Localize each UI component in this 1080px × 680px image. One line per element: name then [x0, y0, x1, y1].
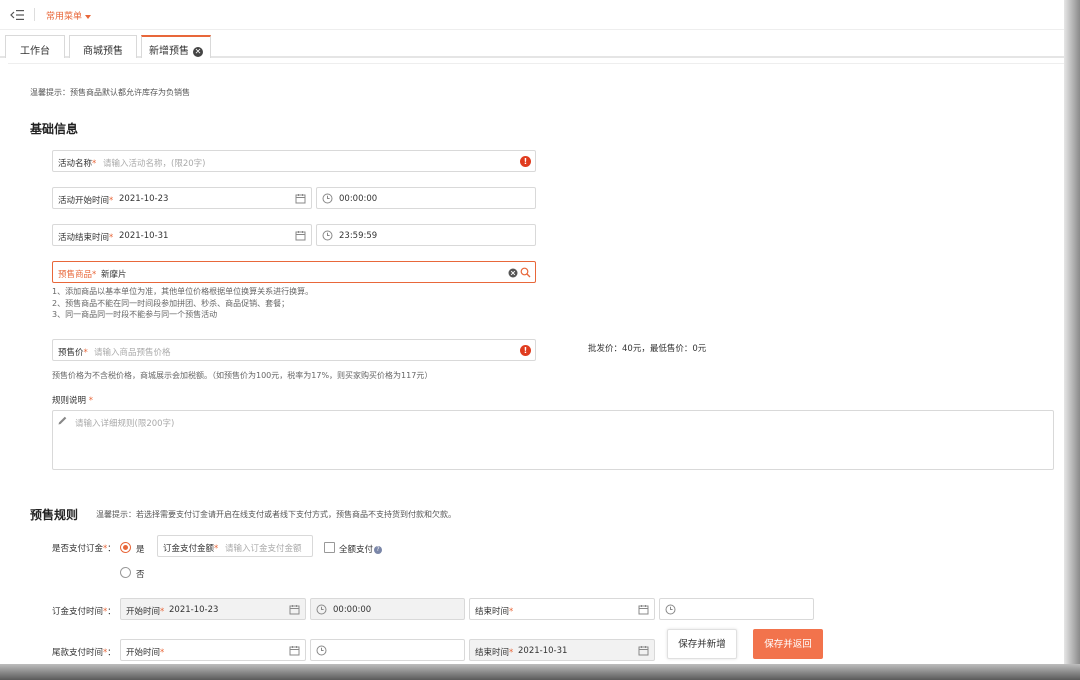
balance-start-label: 开始时间*: [126, 648, 165, 658]
presale-tip: 温馨提示：若选择需要支付订金请开启在线支付或者线下支付方式，预售商品不支持货到付…: [96, 510, 456, 519]
product-label: 预售商品*: [58, 270, 97, 280]
deposit-start-time-value: 00:00:00: [333, 605, 372, 615]
product-note-line: 1、添加商品以基本单位为准，其他单位价格根据单位换算关系进行换算。: [52, 287, 314, 296]
window-shadow-right: [1064, 0, 1080, 680]
tab-close-icon[interactable]: ✕: [193, 47, 203, 57]
deposit-amount-label: 订金支付金额*: [163, 544, 219, 554]
save-and-new-button[interactable]: 保存并新增: [667, 629, 737, 659]
balance-time-label: 尾款支付时间*：: [52, 648, 116, 658]
calendar-icon[interactable]: [289, 604, 300, 615]
full-pay-label: 全额支付?: [339, 543, 383, 555]
deposit-end-date-field[interactable]: 结束时间*: [469, 598, 655, 620]
activity-name-field[interactable]: 活动名称* 请输入活动名称，(限20字) !: [52, 150, 536, 172]
calendar-icon[interactable]: [638, 604, 649, 615]
search-icon[interactable]: [520, 267, 531, 278]
tab-bar: 工作台 商城预售 新增预售 ✕: [0, 30, 1064, 58]
deposit-time-label: 订金支付时间*：: [52, 607, 116, 617]
end-date-label: 活动结束时间*: [58, 233, 114, 243]
deposit-end-time-field[interactable]: [659, 598, 814, 620]
deposit-no-label: 否: [136, 570, 145, 580]
deposit-start-time-field[interactable]: 00:00:00: [310, 598, 465, 620]
clock-icon: [322, 193, 333, 204]
deposit-yes-radio[interactable]: [120, 542, 131, 553]
product-note-line: 2、预售商品不能在同一时间段参加拼团、秒杀、商品促销、套餐；: [52, 298, 290, 308]
deposit-label: 是否支付订金*：: [52, 544, 116, 554]
start-time-field[interactable]: 00:00:00: [316, 187, 536, 209]
clock-icon: [665, 604, 676, 615]
end-date-value: 2021-10-31: [119, 231, 169, 241]
error-icon: !: [520, 156, 531, 167]
clock-icon: [316, 604, 327, 615]
end-date-field[interactable]: 活动结束时间* 2021-10-31: [52, 224, 312, 246]
tab-mall-presale[interactable]: 商城预售: [69, 35, 137, 58]
save-and-return-button[interactable]: 保存并返回: [753, 629, 823, 659]
deposit-start-label: 开始时间*: [126, 607, 165, 617]
help-icon[interactable]: ?: [374, 546, 383, 554]
rules-textarea[interactable]: 请输入详细规则(限200字): [52, 410, 1054, 470]
product-value: 新摩片: [101, 270, 127, 280]
balance-end-date-value: 2021-10-31: [518, 646, 568, 656]
deposit-amount-placeholder: 请输入订金支付金额: [225, 544, 302, 554]
product-field[interactable]: 预售商品* 新摩片: [52, 261, 536, 283]
start-date-value: 2021-10-23: [119, 194, 169, 204]
balance-end-label: 结束时间*: [475, 648, 514, 658]
deposit-start-date-field[interactable]: 开始时间* 2021-10-23: [120, 598, 306, 620]
deposit-yes-label: 是: [136, 545, 145, 555]
activity-name-placeholder: 请输入活动名称，(限20字): [103, 159, 206, 169]
basic-info-title: 基础信息: [30, 122, 79, 136]
top-bar: 常用菜单: [0, 0, 1064, 30]
clock-icon: [316, 645, 327, 656]
calendar-icon[interactable]: [638, 645, 649, 656]
presale-price-field[interactable]: 预售价* 请输入商品预售价格 !: [52, 339, 536, 361]
deposit-start-date-value: 2021-10-23: [169, 605, 219, 615]
presale-rules-title: 预售规则: [30, 508, 79, 522]
topbar-divider: [34, 8, 35, 21]
deposit-amount-field[interactable]: 订金支付金额* 请输入订金支付金额: [157, 535, 313, 557]
balance-start-time-field[interactable]: [310, 639, 465, 661]
tab-label: 工作台: [20, 46, 50, 57]
balance-start-date-field[interactable]: 开始时间*: [120, 639, 306, 661]
rules-placeholder: 请输入详细规则(限200字): [75, 419, 175, 429]
product-note-line: 3、同一商品同一时段不能参与同一个预售活动: [52, 310, 218, 319]
menu-collapse-icon[interactable]: [10, 9, 24, 21]
activity-name-label: 活动名称*: [58, 159, 97, 169]
presale-price-label: 预售价*: [58, 348, 88, 358]
tab-label: 新增预售: [149, 46, 189, 57]
deposit-end-label: 结束时间*: [475, 607, 514, 617]
calendar-icon[interactable]: [295, 230, 306, 241]
full-pay-checkbox[interactable]: [324, 542, 335, 553]
clock-icon: [322, 230, 333, 241]
balance-end-date-field[interactable]: 结束时间* 2021-10-31: [469, 639, 655, 661]
end-time-value: 23:59:59: [339, 231, 378, 241]
tab-workbench[interactable]: 工作台: [5, 35, 65, 58]
pencil-icon: [58, 416, 67, 425]
rules-label: 规则说明 *: [52, 396, 93, 406]
start-date-field[interactable]: 活动开始时间* 2021-10-23: [52, 187, 312, 209]
window-shadow-bottom: [0, 664, 1080, 680]
tab-add-presale[interactable]: 新增预售 ✕: [141, 35, 211, 58]
start-date-label: 活动开始时间*: [58, 196, 114, 206]
favorites-menu[interactable]: 常用菜单: [46, 9, 92, 22]
start-time-value: 00:00:00: [339, 194, 378, 204]
tab-label: 商城预售: [83, 46, 123, 57]
clear-icon[interactable]: [508, 268, 518, 278]
deposit-no-radio[interactable]: [120, 567, 131, 578]
end-time-field[interactable]: 23:59:59: [316, 224, 536, 246]
calendar-icon[interactable]: [289, 645, 300, 656]
presale-price-placeholder: 请输入商品预售价格: [94, 348, 171, 358]
form-content: 温馨提示：预售商品默认都允许库存为负销售 基础信息 活动名称* 请输入活动名称，…: [8, 63, 1064, 680]
price-info: 批发价：40元，最低售价：0元: [588, 344, 707, 354]
favorites-menu-label: 常用菜单: [46, 12, 83, 22]
price-note: 预售价格为不含税价格，商城展示会加税额。（如预售价为100元，税率为17%，则买…: [52, 371, 433, 380]
stock-tip: 温馨提示：预售商品默认都允许库存为负销售: [30, 88, 190, 97]
caret-down-icon: [85, 14, 92, 19]
error-icon: !: [520, 345, 531, 356]
product-notes: 1、添加商品以基本单位为准，其他单位价格根据单位换算关系进行换算。 2、预售商品…: [52, 286, 313, 321]
calendar-icon[interactable]: [295, 193, 306, 204]
app-frame: 常用菜单 工作台 商城预售 新增预售 ✕ 温馨提示：预售商品默认都允许库存为负销售…: [0, 0, 1080, 680]
